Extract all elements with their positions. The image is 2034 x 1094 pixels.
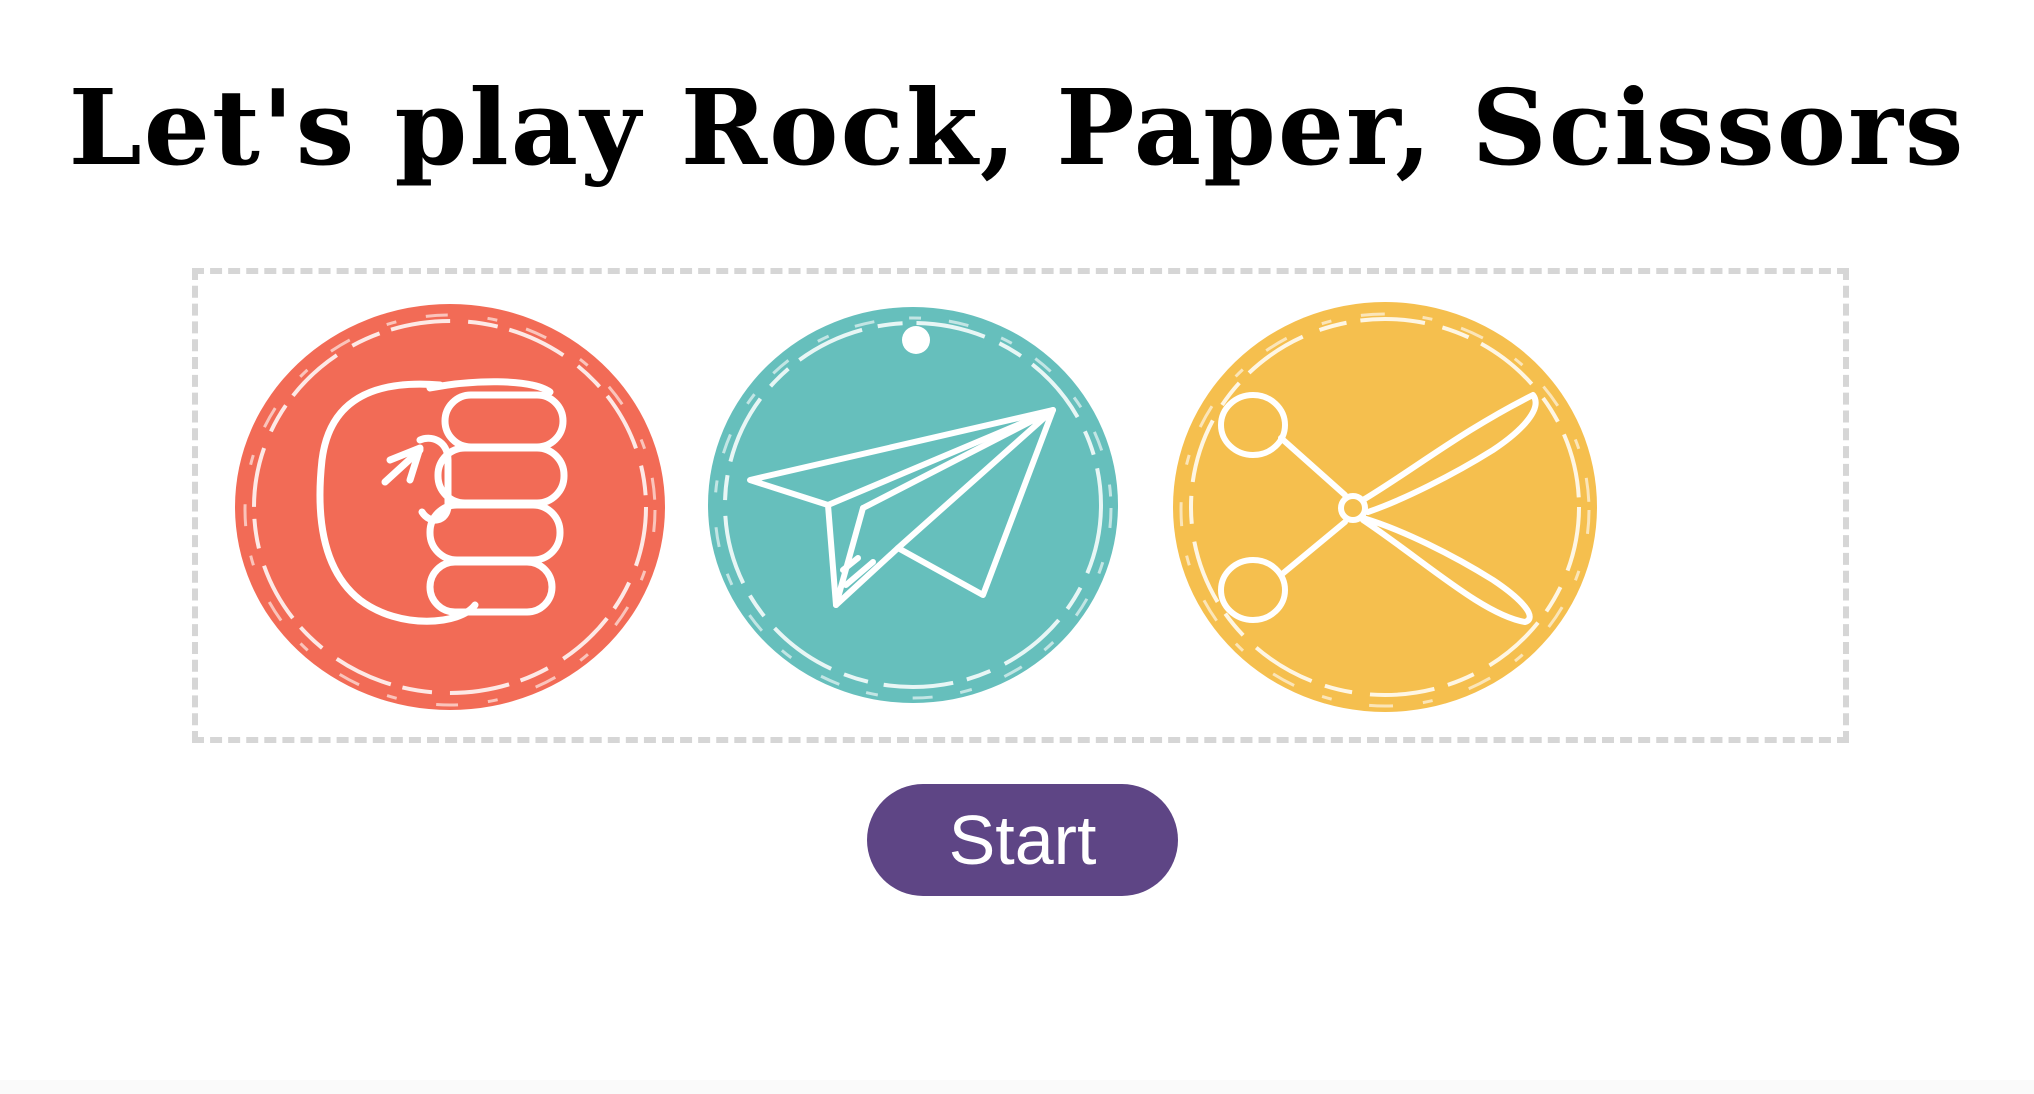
- page-bottom-strip: [0, 1080, 2034, 1094]
- scissors-choice[interactable]: [1163, 300, 1603, 715]
- start-button[interactable]: Start: [867, 784, 1178, 896]
- scissors-icon: [1173, 302, 1597, 712]
- paper-plane-icon: [708, 307, 1118, 703]
- rock-choice[interactable]: [230, 300, 670, 715]
- paper-choice[interactable]: [698, 300, 1138, 715]
- game-page: Let's play Rock, Paper, Scissors Start: [0, 0, 2034, 1080]
- rock-fist-icon: [235, 304, 665, 710]
- choices-container: [192, 268, 1849, 743]
- page-title: Let's play Rock, Paper, Scissors: [68, 66, 1966, 189]
